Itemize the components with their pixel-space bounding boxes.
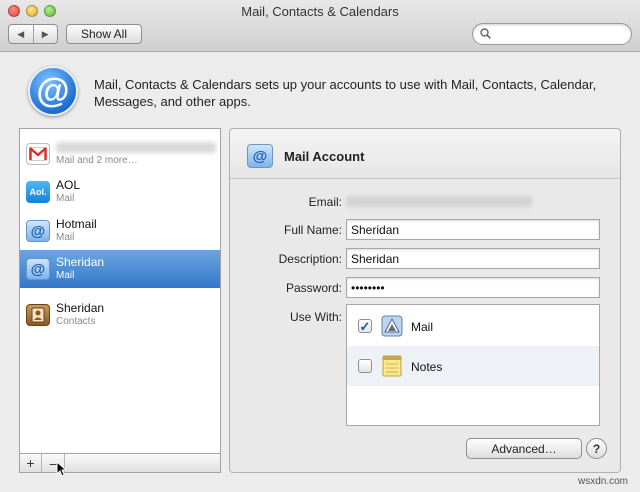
nav-buttons: ◀ ▶ xyxy=(8,24,58,44)
mail-checkbox[interactable]: ✓ xyxy=(358,319,372,333)
window-titlebar: Mail, Contacts & Calendars ◀ ▶ Show All xyxy=(0,0,640,52)
account-item-sheridan-contacts[interactable]: Sheridan Contacts xyxy=(20,296,220,334)
mail-app-label: Mail xyxy=(411,320,434,334)
notes-checkbox[interactable] xyxy=(358,359,372,373)
mouse-cursor-icon xyxy=(56,461,66,477)
account-item-gmail[interactable]: Mail and 2 more… xyxy=(20,135,220,173)
notes-app-icon xyxy=(382,355,402,377)
account-type: Contacts xyxy=(56,316,96,327)
mail-contacts-calendars-icon: @ xyxy=(28,66,78,116)
show-all-button[interactable]: Show All xyxy=(66,24,142,44)
advanced-button[interactable]: Advanced… xyxy=(466,438,582,459)
account-type: Mail and 2 more… xyxy=(56,155,138,166)
account-item-hotmail[interactable]: @ Hotmail Mail xyxy=(20,212,220,250)
use-with-row-mail: ✓ Mail xyxy=(347,306,599,346)
add-account-button[interactable]: + xyxy=(20,454,42,472)
aol-icon: Aol. xyxy=(26,181,50,203)
account-type: Mail xyxy=(56,232,75,243)
mail-account-icon: @ xyxy=(26,220,50,242)
description-field[interactable] xyxy=(346,248,600,269)
redacted-account-name xyxy=(56,142,216,153)
forward-button[interactable]: ▶ xyxy=(32,25,58,43)
use-with-label: Use With: xyxy=(289,310,342,324)
account-name: Sheridan xyxy=(56,255,105,269)
search-icon xyxy=(480,28,491,39)
full-name-label: Full Name: xyxy=(283,223,342,237)
account-type: Mail xyxy=(56,193,75,204)
gmail-icon xyxy=(26,143,50,165)
password-label: Password: xyxy=(285,281,342,295)
account-item-sheridan-mail[interactable]: @ Sheridan Mail xyxy=(20,250,220,288)
header-description: Mail, Contacts & Calendars sets up your … xyxy=(94,77,597,109)
account-type: Mail xyxy=(56,270,75,281)
mail-app-icon xyxy=(381,315,403,337)
account-name: Sheridan xyxy=(56,301,105,315)
search-input[interactable] xyxy=(495,26,625,42)
password-field[interactable] xyxy=(346,277,600,298)
notes-app-label: Notes xyxy=(411,360,443,374)
window-title: Mail, Contacts & Calendars xyxy=(241,4,399,19)
account-list-toolbar: + – xyxy=(19,453,221,473)
account-detail-title: Mail Account xyxy=(284,149,365,164)
account-item-aol[interactable]: Aol. AOL Mail xyxy=(20,173,220,211)
use-with-row-notes: Notes xyxy=(347,346,599,386)
search-field[interactable] xyxy=(472,23,632,45)
watermark: wsxdn.com xyxy=(578,476,629,487)
account-detail-header: @ Mail Account xyxy=(230,129,620,179)
full-name-field[interactable] xyxy=(346,219,600,240)
account-name: Hotmail xyxy=(56,217,97,231)
account-name: AOL xyxy=(56,178,81,192)
redacted-email-value xyxy=(346,196,532,207)
mail-account-icon: @ xyxy=(26,258,50,280)
mail-account-icon: @ xyxy=(247,144,273,168)
use-with-list: ✓ Mail Notes xyxy=(346,304,600,426)
account-list[interactable]: Mail and 2 more… Aol. AOL Mail @ Hotmail… xyxy=(19,128,221,473)
help-button[interactable]: ? xyxy=(586,438,607,459)
back-button[interactable]: ◀ xyxy=(9,25,33,43)
email-label: Email: xyxy=(308,195,342,209)
description-label: Description: xyxy=(278,252,342,266)
contacts-icon xyxy=(26,304,50,326)
